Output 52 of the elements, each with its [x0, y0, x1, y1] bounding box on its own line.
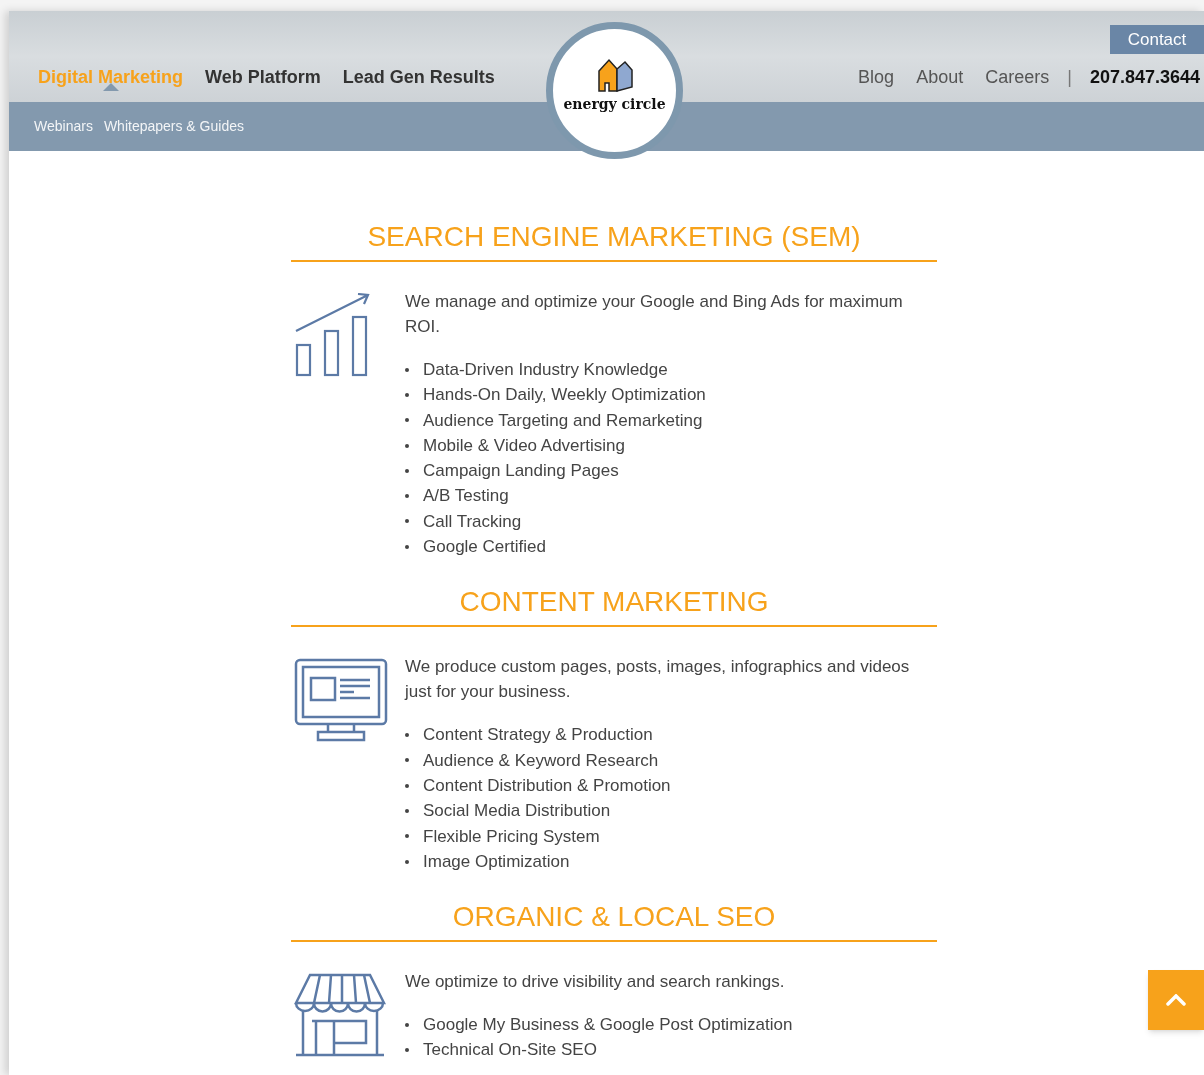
contact-button[interactable]: Contact — [1110, 25, 1204, 54]
back-to-top-button[interactable] — [1148, 970, 1204, 1030]
nav-separator: | — [1067, 66, 1072, 89]
list-item: Google My Business & Google Post Optimization — [423, 1014, 793, 1037]
bullet-icon — [405, 367, 409, 372]
logo-text: energy circle — [563, 96, 666, 111]
list-item: Hands-On Daily, Weekly Optimization — [423, 384, 706, 407]
list-item: Call Tracking — [423, 510, 522, 533]
bullet-icon — [405, 392, 409, 397]
section-description: We manage and optimize your Google and Bing Ads for maximum ROI. — [405, 291, 904, 338]
bullet-icon — [405, 859, 409, 864]
list-item: Campaign Landing Pages — [423, 460, 619, 483]
bullet-icon — [405, 834, 409, 839]
bullet-icon — [405, 418, 409, 423]
bullet-icon — [405, 544, 409, 549]
bullet-icon — [405, 1048, 409, 1053]
section-description: We optimize to drive visibility and search rankings. — [405, 971, 786, 994]
chevron-up-icon — [1166, 994, 1186, 1006]
list-item: A/B Testing — [423, 485, 509, 508]
section-heading: CONTENT MARKETING — [291, 585, 937, 628]
nav-link[interactable]: Web Platform — [205, 64, 321, 91]
list-item: Image Optimization — [423, 850, 570, 873]
list-item: Data-Driven Industry Knowledge — [423, 359, 668, 381]
subnav-link[interactable]: Whitepapers & Guides — [103, 116, 244, 137]
list-item: Flexible Pricing System — [423, 825, 600, 848]
bar-chart-icon — [294, 293, 372, 379]
phone-link[interactable]: 207.847.3644 — [1089, 64, 1200, 91]
list-item: Social Media Distribution — [423, 800, 611, 823]
list-item: Audience & Keyword Research — [423, 749, 659, 772]
nav-link[interactable]: About — [916, 64, 964, 91]
bullet-icon — [405, 733, 409, 737]
bullet-icon — [405, 783, 409, 788]
section-heading: ORGANIC & LOCAL SEO — [291, 900, 937, 943]
bullet-icon — [405, 468, 409, 473]
list-item: Mobile & Video Advertising — [423, 434, 625, 457]
section-description: We produce custom pages, posts, images, infographics and videos just for your business. — [405, 656, 911, 704]
list-item: Google Certified — [423, 536, 546, 559]
bullet-icon — [405, 758, 409, 763]
bullet-icon — [405, 494, 409, 499]
list-item: Audience Targeting and Remarketing — [423, 409, 703, 432]
bullet-icon — [405, 519, 409, 524]
nav-link[interactable]: Careers — [985, 64, 1050, 91]
subnav-link[interactable]: Webinars — [34, 116, 93, 137]
list-item: Technical On-Site SEO — [423, 1039, 597, 1062]
list-item: Content Strategy & Production — [423, 724, 653, 747]
bullet-icon — [405, 1022, 409, 1027]
list-item: Content Distribution & Promotion — [423, 774, 671, 797]
nav-link[interactable]: Lead Gen Results — [342, 64, 495, 91]
section-heading: SEARCH ENGINE MARKETING (SEM) — [291, 220, 937, 262]
bullet-icon — [405, 443, 409, 448]
nav-link[interactable]: Blog — [858, 64, 895, 91]
bullet-icon — [405, 808, 409, 813]
